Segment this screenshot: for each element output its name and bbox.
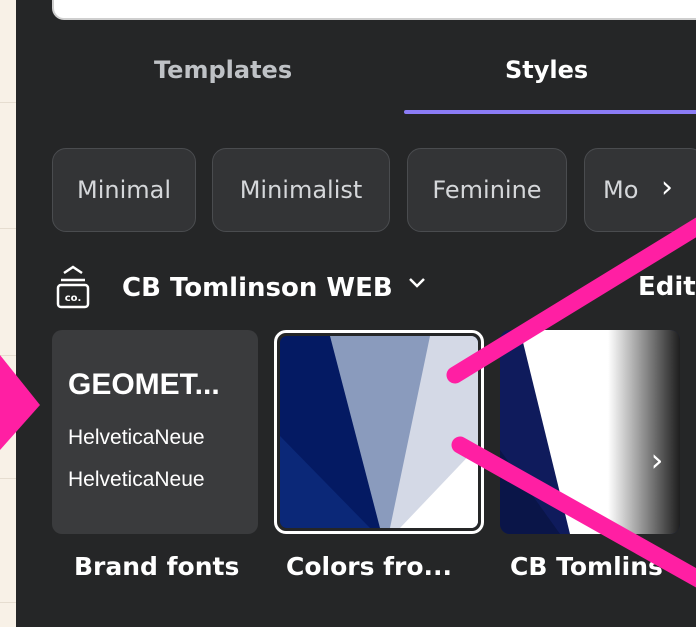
edit-brand-link[interactable]: Edit xyxy=(638,272,696,302)
brand-kit-name[interactable]: CB Tomlinson WEB xyxy=(122,273,393,303)
svg-text:co.: co. xyxy=(65,293,82,304)
template-label: CB Tomlins xyxy=(510,552,663,581)
active-tab-indicator xyxy=(404,110,696,114)
brand-kit-icon: co. xyxy=(56,265,90,309)
tab-templates[interactable]: Templates xyxy=(154,56,292,84)
brand-fonts-card[interactable]: GEOMET... HelveticaNeue HelveticaNeue xyxy=(52,330,258,534)
chevron-down-icon[interactable] xyxy=(408,276,426,290)
chevron-right-icon[interactable]: › xyxy=(652,168,682,208)
background-divider xyxy=(0,228,16,229)
body-font-sample: HelveticaNeue xyxy=(68,426,205,449)
color-palette-swatch xyxy=(280,336,478,528)
style-chip-feminine[interactable]: Feminine xyxy=(407,148,567,232)
background-divider xyxy=(0,355,16,356)
brand-fonts-label: Brand fonts xyxy=(74,552,240,581)
background-divider xyxy=(0,102,16,103)
body-font-sample: HelveticaNeue xyxy=(68,468,205,491)
style-chip-minimal[interactable]: Minimal xyxy=(52,148,196,232)
heading-font-sample: GEOMET... xyxy=(68,368,220,401)
style-chip-minimalist[interactable]: Minimalist xyxy=(212,148,390,232)
background-divider xyxy=(0,602,16,603)
brand-template-card[interactable] xyxy=(500,330,680,534)
chevron-right-icon[interactable]: › xyxy=(642,438,672,482)
tab-styles[interactable]: Styles xyxy=(505,56,588,84)
styles-panel: Templates Styles Minimal Minimalist Femi… xyxy=(16,0,696,627)
background-divider xyxy=(0,478,16,479)
search-input[interactable] xyxy=(52,0,696,20)
colors-label: Colors fro... xyxy=(286,552,453,581)
color-palette-card[interactable] xyxy=(274,330,484,534)
